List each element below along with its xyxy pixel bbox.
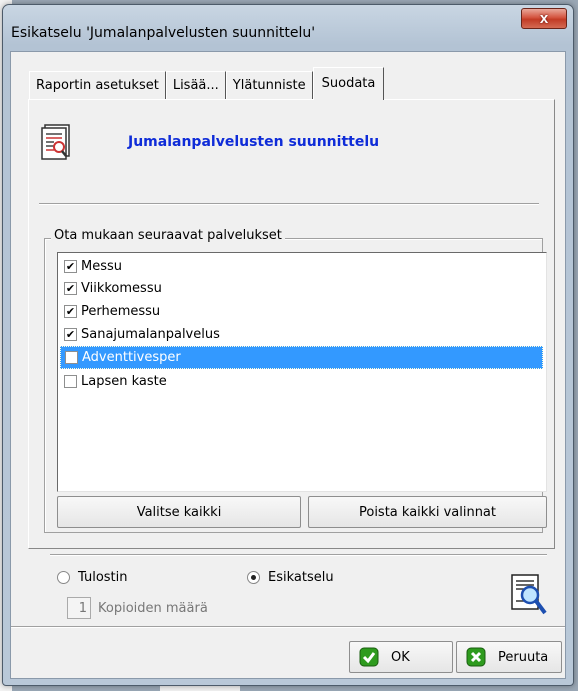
copies-field[interactable]: 1: [67, 597, 91, 619]
close-icon: x: [539, 10, 549, 27]
tab-label: Lisää...: [172, 78, 219, 93]
list-item-label: Perhemessu: [81, 304, 161, 319]
preview-dialog: Esikatselu 'Jumalanpalvelusten suunnitte…: [2, 4, 574, 686]
cancel-button[interactable]: Peruuta: [456, 641, 562, 673]
radio-button[interactable]: [247, 571, 260, 584]
printer-radio[interactable]: Tulostin: [57, 570, 128, 585]
checkmark-icon: [359, 647, 379, 667]
tab-header[interactable]: Ylätunniste: [225, 71, 313, 99]
preview-radio-label: Esikatselu: [268, 570, 334, 585]
cancel-x-icon: [466, 647, 486, 667]
tab-label: Suodata: [321, 76, 376, 91]
select-all-button[interactable]: Valitse kaikki: [57, 496, 301, 528]
checkbox[interactable]: ✔: [64, 260, 77, 273]
divider: [39, 203, 539, 205]
checkbox[interactable]: [65, 351, 78, 364]
list-item-label: Viikkomessu: [81, 281, 162, 296]
select-all-label: Valitse kaikki: [136, 504, 222, 520]
tab-report-settings[interactable]: Raportin asetukset: [29, 71, 166, 99]
tab-label: Ylätunniste: [232, 78, 306, 93]
cancel-label: Peruuta: [498, 649, 549, 665]
list-item[interactable]: ✔ Sanajumalanpalvelus: [60, 323, 543, 346]
list-item[interactable]: Lapsen kaste: [60, 370, 543, 393]
checkbox[interactable]: [64, 375, 77, 388]
report-title: Jumalanpalvelusten suunnittelu: [128, 134, 380, 150]
clear-all-label: Poista kaikki valinnat: [358, 504, 496, 520]
tab-more[interactable]: Lisää...: [165, 71, 226, 99]
list-item-label: Sanajumalanpalvelus: [81, 327, 220, 342]
list-item[interactable]: ✔ Viikkomessu: [60, 277, 543, 300]
close-button[interactable]: x: [521, 8, 567, 29]
window-title: Esikatselu 'Jumalanpalvelusten suunnitte…: [11, 25, 316, 41]
checkbox[interactable]: ✔: [64, 282, 77, 295]
print-preview-icon[interactable]: [508, 573, 548, 617]
list-item[interactable]: ✔ Perhemessu: [60, 300, 543, 323]
services-group-title: Ota mukaan seuraavat palvelukset: [51, 228, 285, 243]
tab-label: Raportin asetukset: [36, 78, 159, 93]
services-checklist[interactable]: ✔ Messu ✔ Viikkomessu ✔ Perhemessu ✔ San…: [57, 252, 547, 492]
copies-label: Kopioiden määrä: [98, 601, 208, 616]
list-item-label: Messu: [81, 259, 122, 274]
title-bar[interactable]: Esikatselu 'Jumalanpalvelusten suunnitte…: [3, 5, 573, 51]
preview-radio[interactable]: Esikatselu: [247, 570, 334, 585]
list-item-label: Adventtivesper: [82, 350, 181, 365]
checkbox[interactable]: ✔: [64, 328, 77, 341]
radio-button[interactable]: [57, 571, 70, 584]
report-icon: [41, 124, 70, 160]
list-item[interactable]: ✔ Messu: [60, 255, 543, 278]
list-item-label: Lapsen kaste: [81, 374, 167, 389]
divider: [11, 626, 565, 628]
tab-filter[interactable]: Suodata: [312, 67, 385, 100]
clear-all-button[interactable]: Poista kaikki valinnat: [308, 496, 547, 528]
printer-radio-label: Tulostin: [78, 570, 128, 585]
ok-button[interactable]: OK: [349, 641, 453, 673]
ok-label: OK: [391, 649, 410, 665]
list-item-selected[interactable]: Adventtivesper: [60, 346, 543, 369]
checkbox[interactable]: ✔: [64, 305, 77, 318]
divider: [50, 554, 547, 556]
tab-strip: Raportin asetukset Lisää... Ylätunniste …: [29, 67, 385, 100]
dialog-client-area: Raportin asetukset Lisää... Ylätunniste …: [10, 51, 566, 679]
